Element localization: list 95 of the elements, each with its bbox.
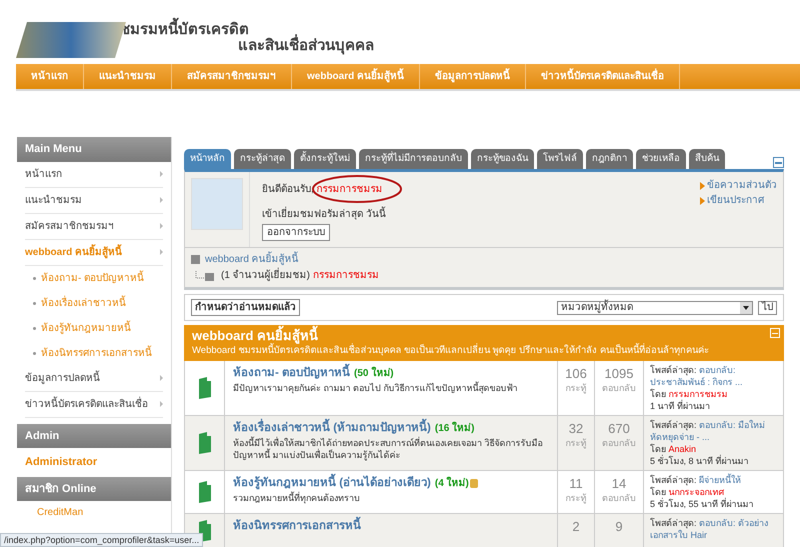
forum-link[interactable]: ห้องถาม- ตอบปัญหาหนี้ [233,365,350,382]
forum-link[interactable]: ห้องเรื่องเล่าชาวหนี้ (ห้ามถามปัญหาหนี้) [233,420,431,436]
sidebar-item[interactable]: webboard คนยิ้มสู้หนี้ [25,240,163,266]
forum-tab[interactable]: สืบค้น [689,149,725,169]
forum-tab[interactable]: ช่วยเหลือ [636,149,686,169]
reply-count: 1095 [604,366,634,382]
folder-icon [198,432,212,454]
forum-tab[interactable]: กระทู้ของฉัน [471,149,534,169]
tree-arrow-icon [195,270,215,280]
reply-label: ตอบกลับ [602,437,636,450]
topic-count: 32 [568,421,584,438]
post-time: 5 ชั่วโมง, 55 นาที ที่ผ่านมา [650,498,755,510]
folder-icon [198,377,212,400]
go-button[interactable]: ไป [758,300,777,314]
nav-link[interactable]: ข่าวหนี้บัตรเครดิตและสินเชื่อ [526,64,680,89]
online-count-text: (1 จำนวนผู้เยี่ยมชม) กรรมการชมรม [221,268,379,283]
topic-label: กระทู้ [566,382,586,396]
avatar-placeholder [191,178,243,230]
nav-link[interactable]: หน้าแรก [16,64,84,89]
reply-count: 9 [615,519,623,536]
collapse-icon[interactable] [773,157,784,168]
topic-label: กระทู้ [566,437,586,450]
forum-link[interactable]: ห้องรู้ทันกฎหมายหนี้ (อ่านได้อย่างเดียว) [233,475,431,492]
sidebar-item[interactable]: หน้าแรก [25,162,163,188]
forum-tab[interactable]: กระทู้ล่าสุด [234,149,291,169]
sidebar-item[interactable]: ข่าวหนี้บัตรเครดิตและสินเชื่อ [25,392,163,418]
last-post-text: โพสต์ล่าสุด: ตอบกลับ: ตัวอย่าง เอกสารใบ Hair [650,517,770,542]
sidebar-item[interactable]: แนะนำชมรม [25,188,163,214]
dropdown-caret-icon [740,302,752,314]
topic-count: 11 [569,476,583,492]
forum-tab[interactable]: กฎกติกา [586,149,633,169]
last-visit-text: เข้าเยี่ยมชมฟอรัมล่าสุด วันนี้ [262,207,700,222]
nav-link[interactable]: แนะนำชมรม [84,64,172,89]
post-time: 5 ชั่วโมง, 8 นาที ที่ผ่านมา [650,455,750,468]
admin-link[interactable]: Administrator [17,448,171,476]
nav-link[interactable]: สมัครสมาชิกชมรมฯ [172,64,292,89]
sidebar-heading: Admin [17,424,171,448]
chevron-icon [160,223,163,229]
sidebar-item[interactable]: ข้อมูลการปลดหนี้ [25,366,163,392]
reply-count: 14 [612,476,626,492]
bullet-icon [33,302,36,304]
mark-read-button[interactable]: กำหนดว่าอ่านหมดแล้ว [191,299,300,316]
author-text: โดย กรรมการชมรม [650,388,729,400]
forum-title: webboard คนยิ้มสู้หนี้ [192,328,318,344]
online-member-link[interactable]: CreditMan [17,501,171,524]
sidebar-item[interactable]: สมัครสมาชิกชมรมฯ [25,214,163,240]
forum-tab[interactable]: ตั้งกระทู้ใหม่ [294,149,356,169]
bullet-icon [33,276,36,280]
forum-tab[interactable]: กระทู้ที่ไม่มีการตอบกลับ [359,149,468,169]
nav-link[interactable]: ข้อมูลการปลดหนี้ [420,64,526,89]
forum-description: Webboard ชมรมหนี้บัตรเครดิตและสินเชื่อส่วนบุคคล ขอเป็นเวทีแลกเปลี่ยน พูดคุย ปรึกษาและให้กำลัง คนเป็นหนี้ที่อ่อนล้าทุกคนค่ะ [192,344,710,358]
topic-count: 2 [572,519,580,536]
chevron-icon [160,375,163,381]
logout-button[interactable]: ออกจากระบบ [262,224,330,241]
chevron-icon [160,197,163,203]
chevron-icon [160,249,163,255]
new-count: (50 ใหม่) [354,366,394,381]
sidebar-subitem[interactable]: ห้องรู้ทันกฎหมายหนี้ [25,316,163,340]
sidebar-heading: Main Menu [17,137,171,162]
reply-label: ตอบกลับ [602,492,636,506]
reply-label: ตอบกลับ [602,382,636,396]
category-select[interactable]: หมวดหมู่ทั้งหมด [557,300,753,314]
status-bar: /index.php?option=com_comprofiler&task=user... [0,533,204,547]
new-count: (16 ใหม่) [434,420,474,436]
last-post-text: โพสต์ล่าสุด: ตอบกลับ: ประชาสัมพันธ์ : กิจกร ... [650,364,744,388]
author-text: โดย นกกระจอกเทศ [650,486,726,498]
topic-label: กระทู้ [566,492,586,506]
sidebar-subitem[interactable]: ห้องเรื่องเล่าชาวหนี้ [25,290,163,316]
chevron-icon [160,401,163,407]
user-link[interactable]: เขียนประกาศ [707,193,764,208]
last-post-text: โพสต์ล่าสุด: ผีจ่ายหนี้ให้ [650,474,742,486]
new-count: (4 ใหม่) [434,476,469,491]
nav-link[interactable]: webboard คนยิ้มสู้หนี้ [292,64,420,89]
board-link[interactable]: webboard คนยิ้มสู้หนี้ [205,252,299,267]
sidebar-subitem[interactable]: ห้องถาม- ตอบปัญหาหนี้ [25,266,163,290]
author-text: โดย Anakin [650,444,698,454]
forum-row-description: มีปัญหาเรามาคุยกันค่ะ ถามมา ตอบไป กับวิธีการแก้ไขปัญหาหนี้สุดขอบฟ้า [233,382,519,394]
bullet-icon [33,352,36,354]
square-icon [191,255,200,264]
forum-tab[interactable]: หน้าหลัก [184,149,231,169]
forum-tab[interactable]: โพรไฟล์ [537,149,583,169]
reply-count: 670 [608,421,630,438]
topic-count: 106 [565,366,587,382]
bullet-icon [33,326,36,330]
forum-link[interactable]: ห้องนิทรรศการเอกสารหนี้ [233,518,361,534]
forum-row-description: รวมกฎหมายหนี้ที่ทุกคนต้องทราบ [233,492,361,504]
user-link[interactable]: ข้อความส่วนตัว [707,178,777,193]
chevron-icon [160,171,163,177]
last-post-text: โพสต์ล่าสุด: ตอบกลับ: มือใหม่หัดหยุดจ่าย - ... [650,419,766,444]
sidebar-subitem[interactable]: ห้องนิทรรศการเอกสารหนี้ [25,340,163,366]
welcome-text: ยินดีต้อนรับ, กรรมการชมรม [262,182,384,197]
forum-row-description: ห้องนี้มีไว้เพื่อให้สมาชิกได้ถ่ายทอดประสบการณ์ที่ตนเองเคยเจอมา วิธีจัดการรับมือปัญหาหนี้ มาแบ่งปันเพื่อเป็นความรู้กันได้ค่ะ [233,437,544,462]
sidebar-heading: สมาชิก Online [17,476,171,501]
folder-icon [198,481,212,504]
post-time: 1 นาที ที่ผ่านมา [650,400,712,412]
